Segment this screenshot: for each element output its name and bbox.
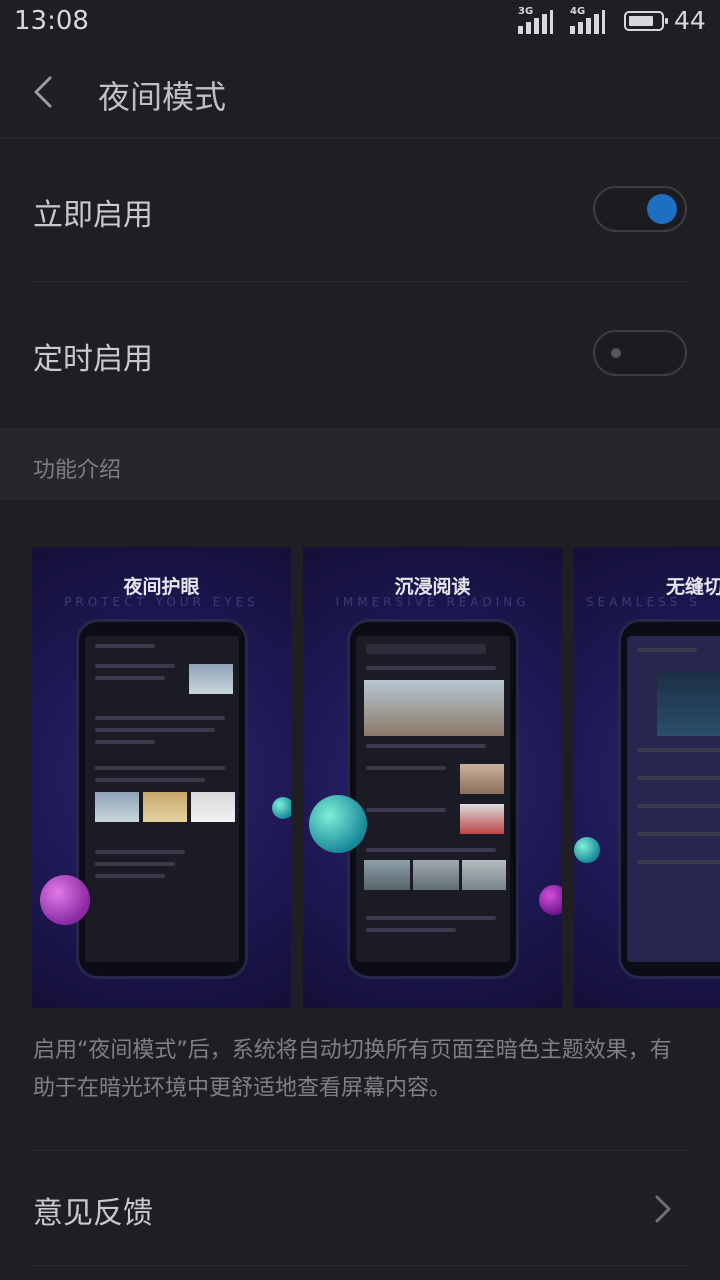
- divider: [33, 281, 687, 282]
- card-subtitle: SEAMLESS S: [586, 595, 701, 609]
- divider: [33, 1150, 687, 1151]
- toggle-knob: [647, 194, 677, 224]
- battery-icon: [624, 11, 668, 31]
- enable-now-toggle[interactable]: [593, 186, 687, 232]
- feedback-row[interactable]: 意见反馈: [0, 1150, 720, 1266]
- card-subtitle: IMMERSIVE READING: [335, 595, 530, 609]
- decorative-orb: [574, 837, 600, 863]
- section-header: 功能介绍: [0, 428, 720, 500]
- signal-4g-icon: 4G: [570, 6, 606, 34]
- feedback-label: 意见反馈: [33, 1196, 153, 1231]
- feature-carousel[interactable]: 夜间护眼 PROTECT YOUR EYES 沉浸阅读 IMMERSIVE RE…: [32, 547, 720, 1008]
- divider: [33, 1265, 687, 1266]
- decorative-orb: [309, 795, 367, 853]
- feature-card-eye-protection[interactable]: 夜间护眼 PROTECT YOUR EYES: [32, 547, 291, 1008]
- phone-mockup: [618, 619, 720, 979]
- signal-3g-icon: 3G: [518, 6, 554, 34]
- battery-level: 44: [674, 6, 706, 35]
- title-bar: 夜间模式: [0, 44, 720, 139]
- scheduled-toggle[interactable]: [593, 330, 687, 376]
- chevron-right-icon: [655, 1195, 671, 1223]
- phone-mockup: [76, 619, 248, 979]
- chevron-left-icon: [34, 76, 52, 108]
- feature-card-seamless-switch[interactable]: 无缝切 SEAMLESS S: [574, 547, 720, 1008]
- decorative-orb: [539, 885, 562, 915]
- status-time: 13:08: [14, 6, 89, 36]
- page-title: 夜间模式: [98, 78, 227, 116]
- setting-row-enable-now[interactable]: 立即启用: [0, 140, 720, 282]
- feature-description: 启用“夜间模式”后，系统将自动切换所有页面至暗色主题效果，有助于在暗光环境中更舒…: [33, 1038, 672, 1101]
- section-title: 功能介绍: [33, 458, 122, 483]
- feature-card-immersive-reading[interactable]: 沉浸阅读 IMMERSIVE READING: [303, 547, 562, 1008]
- phone-mockup: [347, 619, 519, 979]
- status-bar: 13:08 3G 4G 44: [0, 0, 720, 44]
- decorative-orb: [40, 875, 90, 925]
- back-button[interactable]: [24, 72, 64, 112]
- enable-now-label: 立即启用: [33, 198, 153, 233]
- scheduled-label: 定时启用: [33, 342, 153, 377]
- setting-row-scheduled[interactable]: 定时启用: [0, 284, 720, 426]
- card-subtitle: PROTECT YOUR EYES: [64, 595, 259, 609]
- decorative-orb: [272, 797, 291, 819]
- toggle-knob: [611, 348, 621, 358]
